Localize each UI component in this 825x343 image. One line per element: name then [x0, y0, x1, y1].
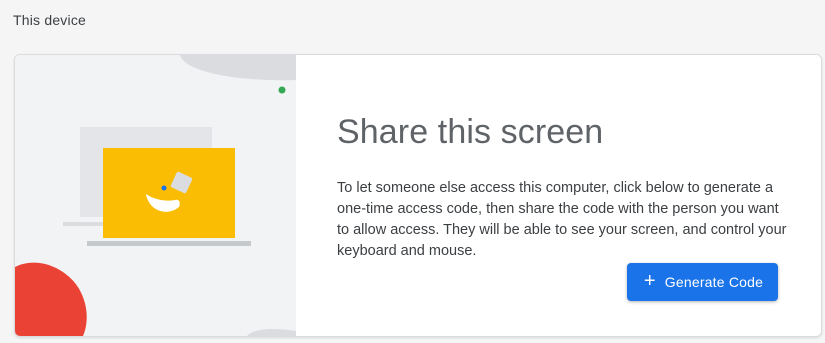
share-screen-heading: Share this screen — [337, 113, 604, 151]
generate-code-button[interactable]: + Generate Code — [627, 263, 778, 301]
share-screen-description: To let someone else access this computer… — [337, 180, 787, 259]
share-screen-content: Share this screen To let someone else ac… — [296, 55, 821, 336]
laptop-illustration-graphic — [15, 55, 296, 336]
generate-code-label: Generate Code — [664, 274, 764, 290]
share-screen-illustration — [15, 55, 296, 336]
section-title: This device — [13, 12, 87, 28]
share-screen-card: Share this screen To let someone else ac… — [14, 54, 822, 337]
plus-icon: + — [643, 270, 656, 292]
